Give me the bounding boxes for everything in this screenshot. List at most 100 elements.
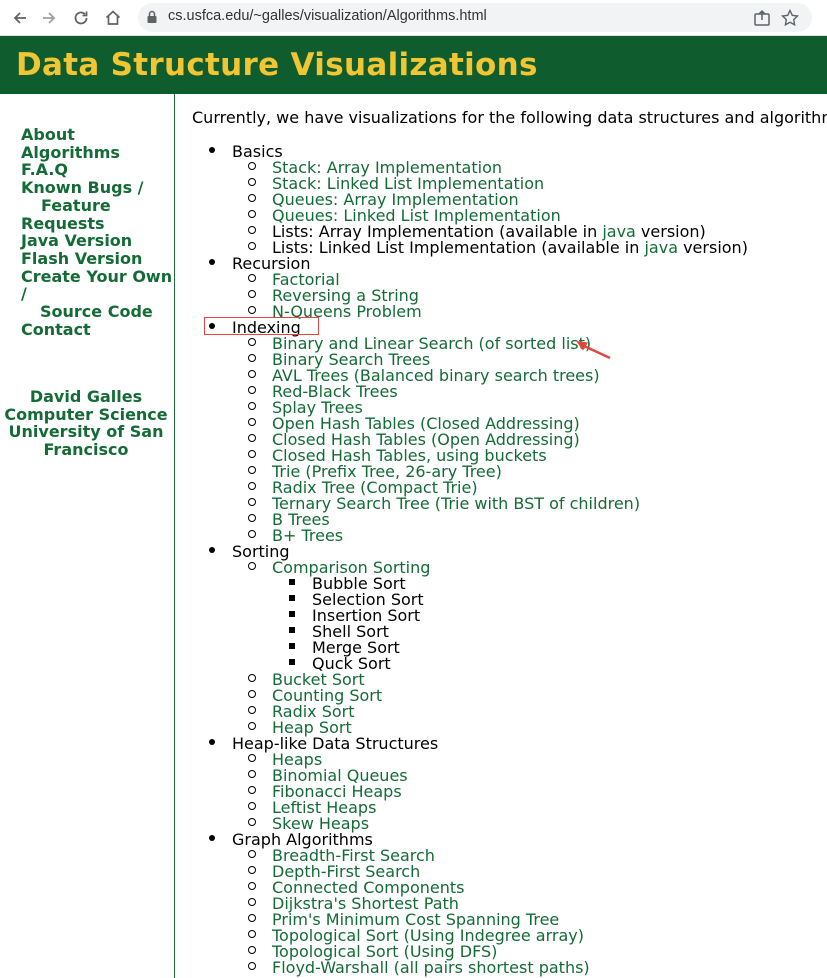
sidebar-item-contact[interactable]: Contact (21, 321, 171, 339)
square-bullet-icon (289, 611, 295, 617)
bullet-icon (287, 622, 297, 638)
share-icon[interactable] (752, 8, 772, 28)
sidebar-link-text[interactable]: Source Code (21, 303, 171, 321)
list-item: N-Queens Problem (176, 302, 827, 321)
forward-button[interactable] (36, 5, 62, 31)
disc-bullet-icon (209, 547, 215, 553)
highlight-annotation (204, 317, 319, 335)
bullet-icon (247, 750, 257, 766)
sidebar-link-text[interactable]: Flash Version (21, 250, 171, 268)
circle-bullet-icon (248, 962, 256, 970)
bullet-icon (247, 814, 257, 830)
list-item: Connected Components (176, 878, 827, 897)
home-button[interactable] (100, 5, 126, 31)
bullet-icon (247, 382, 257, 398)
bullet-icon (287, 590, 297, 606)
sub-list-item: Insertion Sort (176, 606, 827, 625)
circle-bullet-icon (248, 562, 256, 570)
intro-text: Currently, we have visualizations for th… (192, 108, 827, 127)
sidebar-link-text[interactable]: About (21, 126, 171, 144)
circle-bullet-icon (248, 418, 256, 426)
browser-toolbar: cs.usfca.edu/~galles/visualization/Algor… (0, 0, 827, 36)
list-item: Queues: Array Implementation (176, 190, 827, 209)
sidebar-item-create-your-own-source-code[interactable]: Create Your Own / Source Code (21, 267, 172, 321)
list-item: Topological Sort (Using Indegree array) (176, 926, 827, 945)
list-item: Binomial Queues (176, 766, 827, 785)
square-bullet-icon (289, 627, 295, 633)
reload-button[interactable] (68, 5, 94, 31)
circle-bullet-icon (248, 722, 256, 730)
bullet-icon (247, 510, 257, 526)
bullet-icon (247, 686, 257, 702)
sidebar-item-about[interactable]: About (21, 126, 171, 144)
bullet-icon (247, 414, 257, 430)
star-icon[interactable] (780, 8, 800, 28)
circle-bullet-icon (248, 466, 256, 474)
back-button[interactable] (7, 5, 33, 31)
circle-bullet-icon (248, 450, 256, 458)
sidebar-link-text[interactable]: Java Version (21, 232, 171, 250)
circle-bullet-icon (248, 514, 256, 522)
sidebar-link-text[interactable]: Known Bugs / (21, 179, 171, 197)
circle-bullet-icon (248, 498, 256, 506)
list-item: Radix Sort (176, 702, 827, 721)
sidebar-link-text[interactable]: Feature (21, 197, 171, 215)
circle-bullet-icon (248, 434, 256, 442)
list-item: Lists: Linked List Implementation (avail… (176, 238, 827, 257)
url-text[interactable]: cs.usfca.edu/~galles/visualization/Algor… (168, 8, 487, 24)
sidebar-link-text[interactable]: F.A.Q (21, 161, 171, 179)
sidebar-item-java-version[interactable]: Java Version (21, 232, 171, 250)
sidebar-link-text[interactable]: Create Your Own (21, 267, 172, 286)
lock-icon[interactable] (144, 9, 160, 25)
category-item: Sorting (176, 542, 827, 561)
list-item: B Trees (176, 510, 827, 529)
list-item: AVL Trees (Balanced binary search trees) (176, 366, 827, 385)
circle-bullet-icon (248, 482, 256, 490)
sidebar-link-text[interactable]: / (21, 285, 171, 303)
bullet-icon (247, 174, 257, 190)
list-item: Lists: Array Implementation (available i… (176, 222, 827, 241)
circle-bullet-icon (248, 274, 256, 282)
sidebar-link-text[interactable]: Contact (21, 321, 171, 339)
red-arrow-annotation (576, 341, 611, 360)
square-bullet-icon (289, 595, 295, 601)
bullet-icon (247, 478, 257, 494)
list-item: Comparison Sorting (176, 558, 827, 577)
list-item: Queues: Linked List Implementation (176, 206, 827, 225)
disc-bullet-icon (209, 259, 215, 265)
bullet-icon (247, 782, 257, 798)
sidebar-link-text[interactable]: Requests (21, 214, 171, 233)
sidebar-item-flash-version[interactable]: Flash Version (21, 250, 171, 268)
circle-bullet-icon (248, 946, 256, 954)
bullet-icon (247, 718, 257, 734)
bullet-icon (247, 862, 257, 878)
circle-bullet-icon (248, 882, 256, 890)
bullet-icon (287, 654, 297, 670)
bullet-icon (247, 286, 257, 302)
sidebar-item-algorithms[interactable]: Algorithms (21, 143, 171, 162)
sidebar-item-known-bugs-feature-requests[interactable]: Known Bugs / Feature Requests (21, 179, 171, 232)
list-item: Breadth-First Search (176, 846, 827, 865)
category-item: Basics (176, 142, 827, 161)
link-floyd-warshall-all-pairs-shortest-paths[interactable]: Floyd-Warshall (all pairs shortest paths… (272, 958, 590, 977)
list-item: Skew Heaps (176, 814, 827, 833)
main-content: Currently, we have visualizations for th… (176, 94, 827, 978)
address-bar[interactable]: cs.usfca.edu/~galles/visualization/Algor… (138, 3, 812, 32)
circle-bullet-icon (248, 898, 256, 906)
bullet-icon (207, 830, 217, 846)
circle-bullet-icon (248, 866, 256, 874)
category-item: Recursion (176, 254, 827, 273)
bullet-icon (287, 574, 297, 590)
circle-bullet-icon (248, 850, 256, 858)
bullet-icon (247, 222, 257, 238)
bullet-icon (247, 942, 257, 958)
sidebar-link-text[interactable]: Algorithms (21, 143, 171, 162)
sub-list-item: Shell Sort (176, 622, 827, 641)
bullet-icon (247, 302, 257, 318)
sub-list-item: Merge Sort (176, 638, 827, 657)
sidebar-item-f-a-q[interactable]: F.A.Q (21, 161, 171, 179)
list-item: Leftist Heaps (176, 798, 827, 817)
bullet-icon (247, 238, 257, 254)
disc-bullet-icon (209, 835, 215, 841)
circle-bullet-icon (248, 914, 256, 922)
